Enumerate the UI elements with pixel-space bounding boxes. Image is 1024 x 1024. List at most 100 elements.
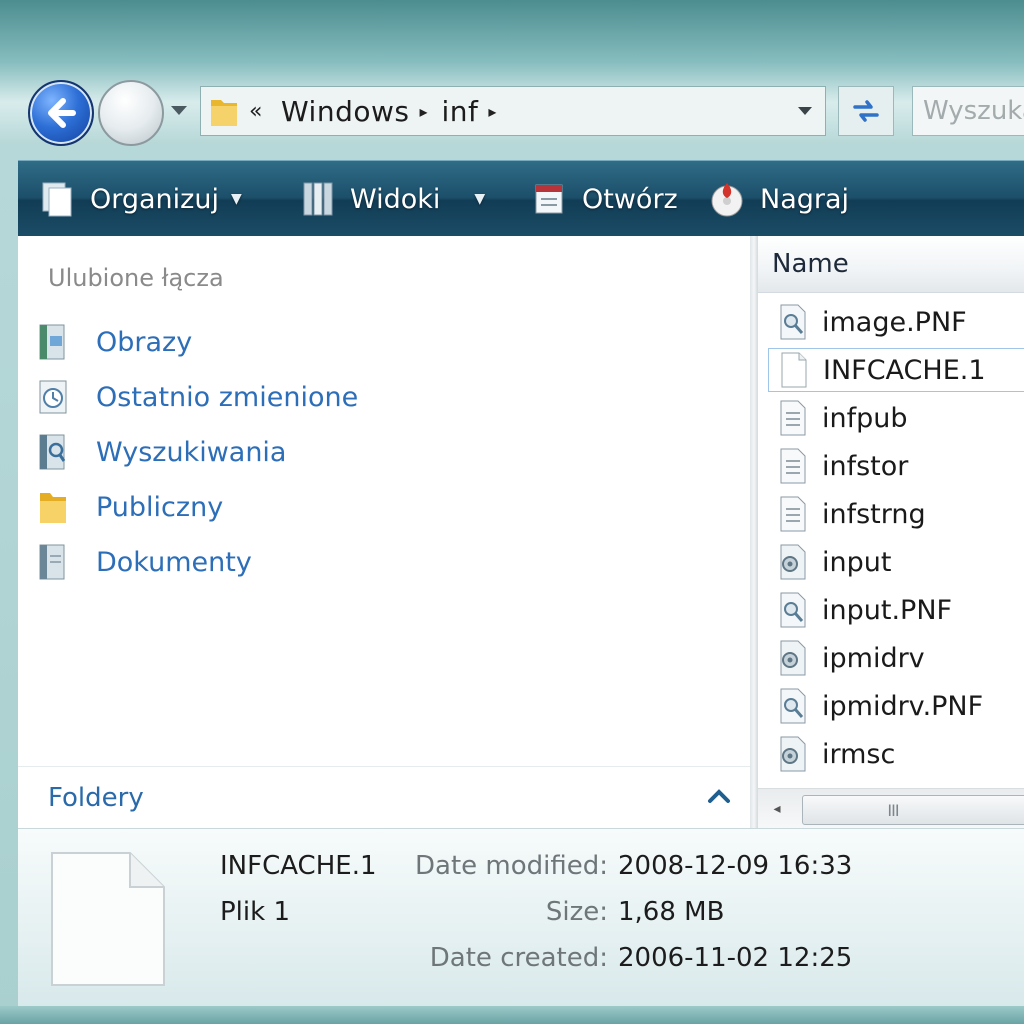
searches-icon (39, 434, 66, 470)
search-box[interactable] (912, 86, 1024, 136)
forward-button[interactable] (98, 80, 164, 146)
views-button[interactable]: Widoki ▼ (300, 161, 485, 237)
file-name: irmsc (822, 738, 896, 770)
back-button[interactable] (28, 80, 94, 146)
file-row[interactable]: INFCACHE.1 (768, 348, 1024, 392)
pnf-file-icon (780, 304, 806, 340)
recent-pages-dropdown[interactable] (166, 98, 192, 124)
scrollbar-thumb[interactable]: III (802, 795, 1024, 825)
column-header-label: Name (772, 249, 849, 279)
recent-icon (39, 380, 67, 414)
text-file-icon (780, 496, 806, 532)
text-file-icon (780, 448, 806, 484)
address-bar[interactable]: « Windows ▸ inf ▸ (200, 86, 826, 136)
breadcrumb-overflow[interactable]: « (249, 99, 263, 124)
file-name: infpub (822, 402, 908, 434)
burn-label: Nagraj (760, 183, 850, 215)
text-file-icon (780, 400, 806, 436)
file-name: input (822, 546, 892, 578)
address-dropdown-button[interactable] (785, 87, 825, 135)
favorite-link-searches[interactable]: Wyszukiwania (36, 430, 286, 474)
organize-label: Organizuj (90, 183, 219, 215)
pnf-file-icon (780, 688, 806, 724)
file-row[interactable]: ipmidrv.PNF (768, 684, 1024, 728)
file-name: input.PNF (822, 594, 953, 626)
file-row[interactable]: infpub (768, 396, 1024, 440)
open-button[interactable]: Otwórz (532, 161, 678, 237)
favorite-links-heading: Ulubione łącza (48, 264, 224, 292)
breadcrumb-inf[interactable]: inf (442, 95, 479, 128)
search-input[interactable] (913, 95, 1024, 127)
chevron-down-icon (798, 107, 812, 115)
setup-info-icon (780, 736, 806, 772)
folders-toggle-bar[interactable]: Foldery (18, 766, 750, 829)
favorite-link-label: Dokumenty (96, 546, 252, 578)
navigation-pane: Ulubione łącza Obrazy Ostatnio zmienione (18, 236, 750, 829)
breadcrumb-separator[interactable]: ▸ (419, 102, 427, 121)
size-label: Size: (545, 897, 608, 927)
date-created-label: Date created: (429, 943, 608, 973)
grip-icon: III (887, 800, 899, 820)
explorer-window: « Windows ▸ inf ▸ Organizuj ▼ (0, 0, 1024, 1024)
file-row[interactable]: input (768, 540, 1024, 584)
file-name: ipmidrv (822, 642, 925, 674)
details-pane: INFCACHE.1 Plik 1 Date modified: 2008-12… (18, 828, 1024, 1007)
file-row[interactable]: infstrng (768, 492, 1024, 536)
pnf-file-icon (780, 592, 806, 628)
blank-file-icon (781, 352, 807, 388)
views-icon (303, 182, 333, 216)
public-folder-icon (40, 493, 66, 523)
file-row[interactable]: infstor (768, 444, 1024, 488)
breadcrumb-separator[interactable]: ▸ (488, 102, 496, 121)
pictures-icon (39, 324, 65, 360)
breadcrumb-windows[interactable]: Windows (281, 95, 410, 128)
date-modified-label: Date modified: (414, 851, 608, 881)
folders-label: Foldery (48, 783, 144, 813)
burn-button[interactable]: Nagraj (710, 161, 849, 237)
scroll-left-arrow-icon[interactable]: ◂ (758, 789, 796, 828)
chevron-down-icon (171, 106, 187, 115)
favorite-link-recent[interactable]: Ostatnio zmienione (36, 375, 358, 419)
file-list-pane: Name image.PNF INFCACHE.1 infpub infstor inf… (758, 236, 1024, 828)
size-value: 1,68 MB (618, 897, 725, 927)
burn-disc-icon (711, 183, 743, 217)
file-row[interactable]: ipmidrv (768, 636, 1024, 680)
favorite-link-public[interactable]: Publiczny (36, 485, 223, 529)
pane-splitter[interactable] (750, 236, 758, 828)
setup-info-icon (780, 544, 806, 580)
command-toolbar: Organizuj ▼ Widoki ▼ Otwórz Nagraj (18, 160, 1024, 237)
chevron-down-icon: ▼ (474, 191, 486, 207)
file-name: image.PNF (822, 306, 967, 338)
file-name: ipmidrv.PNF (822, 690, 984, 722)
folder-icon (211, 100, 237, 126)
back-arrow-icon (48, 98, 76, 128)
open-window-icon (535, 184, 563, 214)
favorite-link-label: Ostatnio zmienione (96, 381, 359, 413)
chevron-up-icon[interactable] (704, 781, 734, 811)
file-name: INFCACHE.1 (823, 354, 986, 386)
favorite-link-label: Wyszukiwania (96, 436, 287, 468)
file-row[interactable]: image.PNF (768, 300, 1024, 344)
horizontal-scrollbar[interactable]: ◂ III (758, 788, 1024, 828)
favorite-link-label: Obrazy (96, 326, 193, 358)
chevron-down-icon: ▼ (230, 191, 242, 207)
views-label: Widoki (350, 183, 441, 215)
file-name: infstrng (822, 498, 926, 530)
refresh-button[interactable] (838, 86, 894, 136)
setup-info-icon (780, 640, 806, 676)
column-header-name[interactable]: Name (758, 236, 1024, 293)
favorite-link-label: Publiczny (96, 491, 224, 523)
date-created-value: 2006-11-02 12:25 (618, 943, 853, 973)
date-modified-value[interactable]: 2008-12-09 16:33 (618, 851, 852, 881)
file-row[interactable]: irmsc (768, 732, 1024, 776)
documents-icon (39, 544, 65, 580)
organize-icon (42, 182, 72, 217)
favorite-link-pictures[interactable]: Obrazy (36, 320, 192, 364)
blank-file-icon (51, 852, 165, 986)
window-bottom-border (0, 1006, 1024, 1024)
organize-button[interactable]: Organizuj ▼ (40, 161, 242, 237)
refresh-icon (853, 100, 879, 122)
favorite-link-documents[interactable]: Dokumenty (36, 540, 252, 584)
details-file-type: Plik 1 (220, 897, 290, 927)
file-row[interactable]: input.PNF (768, 588, 1024, 632)
